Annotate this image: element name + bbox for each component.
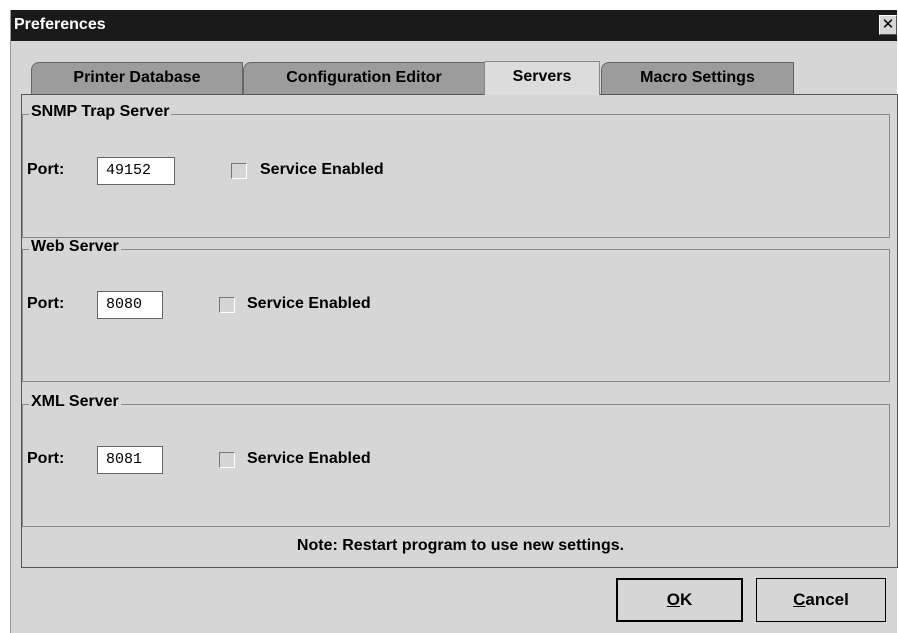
title-bar[interactable]: Preferences ✕ <box>11 10 897 41</box>
window-title: Preferences <box>14 16 106 33</box>
snmp-trap-server-group: SNMP Trap Server Port: 49152 Service Ena… <box>22 103 890 238</box>
tab-macro-settings[interactable]: Macro Settings <box>601 62 794 95</box>
cancel-label-rest: ancel <box>805 590 849 609</box>
snmp-port-input[interactable]: 49152 <box>97 157 175 185</box>
port-label: Port: <box>27 450 65 467</box>
servers-panel: SNMP Trap Server Port: 49152 Service Ena… <box>21 94 898 568</box>
xml-service-enabled-checkbox[interactable] <box>219 452 235 468</box>
port-label: Port: <box>27 161 65 178</box>
ok-label-rest: K <box>679 590 693 609</box>
snmp-service-enabled-checkbox[interactable] <box>231 163 247 179</box>
web-server-group: Web Server Port: 8080 Service Enabled <box>22 238 890 382</box>
cancel-button[interactable]: Cancel <box>756 578 886 622</box>
preferences-dialog: Preferences ✕ Printer Database Configura… <box>10 10 898 633</box>
tab-printer-database[interactable]: Printer Database <box>31 62 243 95</box>
checkbox-label: Service Enabled <box>260 161 384 178</box>
close-button[interactable]: ✕ <box>879 15 897 35</box>
web-port-input[interactable]: 8080 <box>97 291 163 319</box>
restart-note: Note: Restart program to use new setting… <box>296 537 625 554</box>
group-title: XML Server <box>29 393 121 411</box>
ok-button[interactable]: OK <box>616 578 743 622</box>
tab-configuration-editor[interactable]: Configuration Editor <box>243 62 485 95</box>
tab-label: Macro Settings <box>640 69 755 86</box>
tab-servers[interactable]: Servers <box>484 61 600 95</box>
cancel-mnemonic: C <box>793 590 806 609</box>
tab-label: Servers <box>512 68 572 85</box>
tab-label: Printer Database <box>73 69 201 86</box>
group-title: Web Server <box>29 238 121 256</box>
checkbox-label: Service Enabled <box>247 295 371 312</box>
tab-label: Configuration Editor <box>286 69 442 86</box>
close-icon: ✕ <box>881 16 895 33</box>
web-service-enabled-checkbox[interactable] <box>219 297 235 313</box>
xml-port-input[interactable]: 8081 <box>97 446 163 474</box>
checkbox-label: Service Enabled <box>247 450 371 467</box>
ok-mnemonic: O <box>666 590 680 609</box>
xml-server-group: XML Server Port: 8081 Service Enabled <box>22 393 890 527</box>
port-label: Port: <box>27 295 65 312</box>
group-title: SNMP Trap Server <box>29 103 172 121</box>
